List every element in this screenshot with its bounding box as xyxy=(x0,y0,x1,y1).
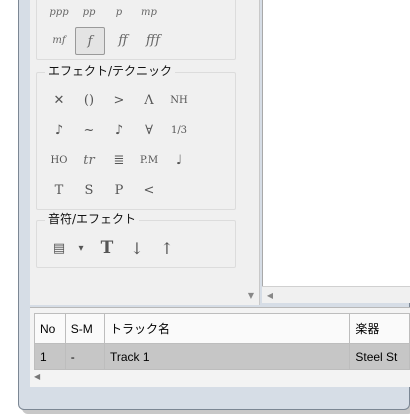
dynamic-ff-button[interactable]: ff xyxy=(109,27,137,53)
dynamics-group: ppp pp p mp mf f ff fff xyxy=(36,0,236,60)
slap-icon[interactable]: S xyxy=(75,177,103,203)
track-name-cell[interactable]: Track 1 xyxy=(103,343,351,370)
track-list-area: No S-M トラック名 楽器 1 - Track 1 Steel St ◀ xyxy=(30,307,410,387)
scroll-left-arrow-icon[interactable]: ◀ xyxy=(264,289,276,301)
chord-diagram-icon[interactable]: ▤ xyxy=(45,235,73,261)
accent-icon[interactable]: > xyxy=(105,87,133,113)
bend-icon[interactable]: ♪ xyxy=(105,117,133,143)
grace-note-icon[interactable]: ♪ xyxy=(45,117,73,143)
note-effects-title: 音符/エフェクト xyxy=(45,212,140,226)
crescendo-icon[interactable]: < xyxy=(135,177,163,203)
track-solo-mute-cell[interactable]: - xyxy=(64,343,105,370)
pop-icon[interactable]: P xyxy=(105,177,133,203)
tremolo-bar-icon[interactable]: ∀ xyxy=(135,117,163,143)
track-table: No S-M トラック名 楽器 1 - Track 1 Steel St xyxy=(34,313,410,370)
column-header-no[interactable]: No xyxy=(34,313,66,344)
tap-icon[interactable]: T xyxy=(45,177,73,203)
quarter-note-icon[interactable]: ♩ xyxy=(165,147,193,173)
ghost-note-icon[interactable]: () xyxy=(75,87,103,113)
dead-note-icon[interactable]: ✕ xyxy=(45,87,73,113)
text-icon[interactable]: T xyxy=(93,235,121,261)
score-editor-area[interactable] xyxy=(262,0,410,286)
symbol-palette-panel: ppp pp p mp mf f ff fff エフェクト/テクニック ✕ ()… xyxy=(30,0,260,305)
heavy-accent-icon[interactable]: Λ xyxy=(135,87,163,113)
dynamic-p-button[interactable]: p xyxy=(105,0,133,25)
table-row[interactable]: 1 - Track 1 Steel St xyxy=(34,343,410,370)
column-header-track-name[interactable]: トラック名 xyxy=(103,313,351,344)
palm-mute-icon[interactable]: P.M xyxy=(135,147,163,173)
dynamic-f-button[interactable]: f xyxy=(75,27,105,55)
tuplet-icon[interactable]: 1/3 xyxy=(165,117,193,143)
editor-horizontal-scrollbar[interactable]: ◀ xyxy=(262,286,410,303)
trill-icon[interactable]: tr xyxy=(75,147,103,173)
upstroke-icon[interactable]: ↑ xyxy=(153,235,181,261)
column-header-solo-mute[interactable]: S-M xyxy=(64,313,105,344)
scroll-down-arrow-icon[interactable]: ▼ xyxy=(244,288,258,302)
hammer-on-icon[interactable]: HO xyxy=(45,147,73,173)
dynamic-mp-button[interactable]: mp xyxy=(135,0,163,25)
column-header-instrument[interactable]: 楽器 xyxy=(349,313,410,344)
effects-technique-title: エフェクト/テクニック xyxy=(45,64,176,78)
track-list-horizontal-scrollbar[interactable]: ◀ xyxy=(30,370,410,386)
vibrato-icon[interactable]: ~ xyxy=(75,117,103,143)
dynamic-ppp-button[interactable]: ppp xyxy=(45,0,73,25)
track-table-header-row: No S-M トラック名 楽器 xyxy=(34,313,410,344)
note-effects-group: 音符/エフェクト ▤ ▾ T ↓ ↑ xyxy=(36,212,236,268)
downstroke-icon[interactable]: ↓ xyxy=(123,235,151,261)
dynamic-pp-button[interactable]: pp xyxy=(75,0,103,25)
track-scroll-left-arrow-icon[interactable]: ◀ xyxy=(34,372,40,381)
effects-technique-group: エフェクト/テクニック ✕ () > Λ NH ♪ ~ ♪ ∀ 1/3 HO t… xyxy=(36,64,236,210)
track-number-cell: 1 xyxy=(34,343,66,370)
tremolo-picking-icon[interactable]: ≣ xyxy=(105,147,133,173)
dynamic-mf-button[interactable]: mf xyxy=(45,27,73,53)
track-instrument-cell[interactable]: Steel St xyxy=(349,343,410,370)
dropdown-arrow-icon[interactable]: ▾ xyxy=(73,235,89,261)
dynamic-fff-button[interactable]: fff xyxy=(139,27,167,53)
natural-harmonic-icon[interactable]: NH xyxy=(165,87,193,113)
